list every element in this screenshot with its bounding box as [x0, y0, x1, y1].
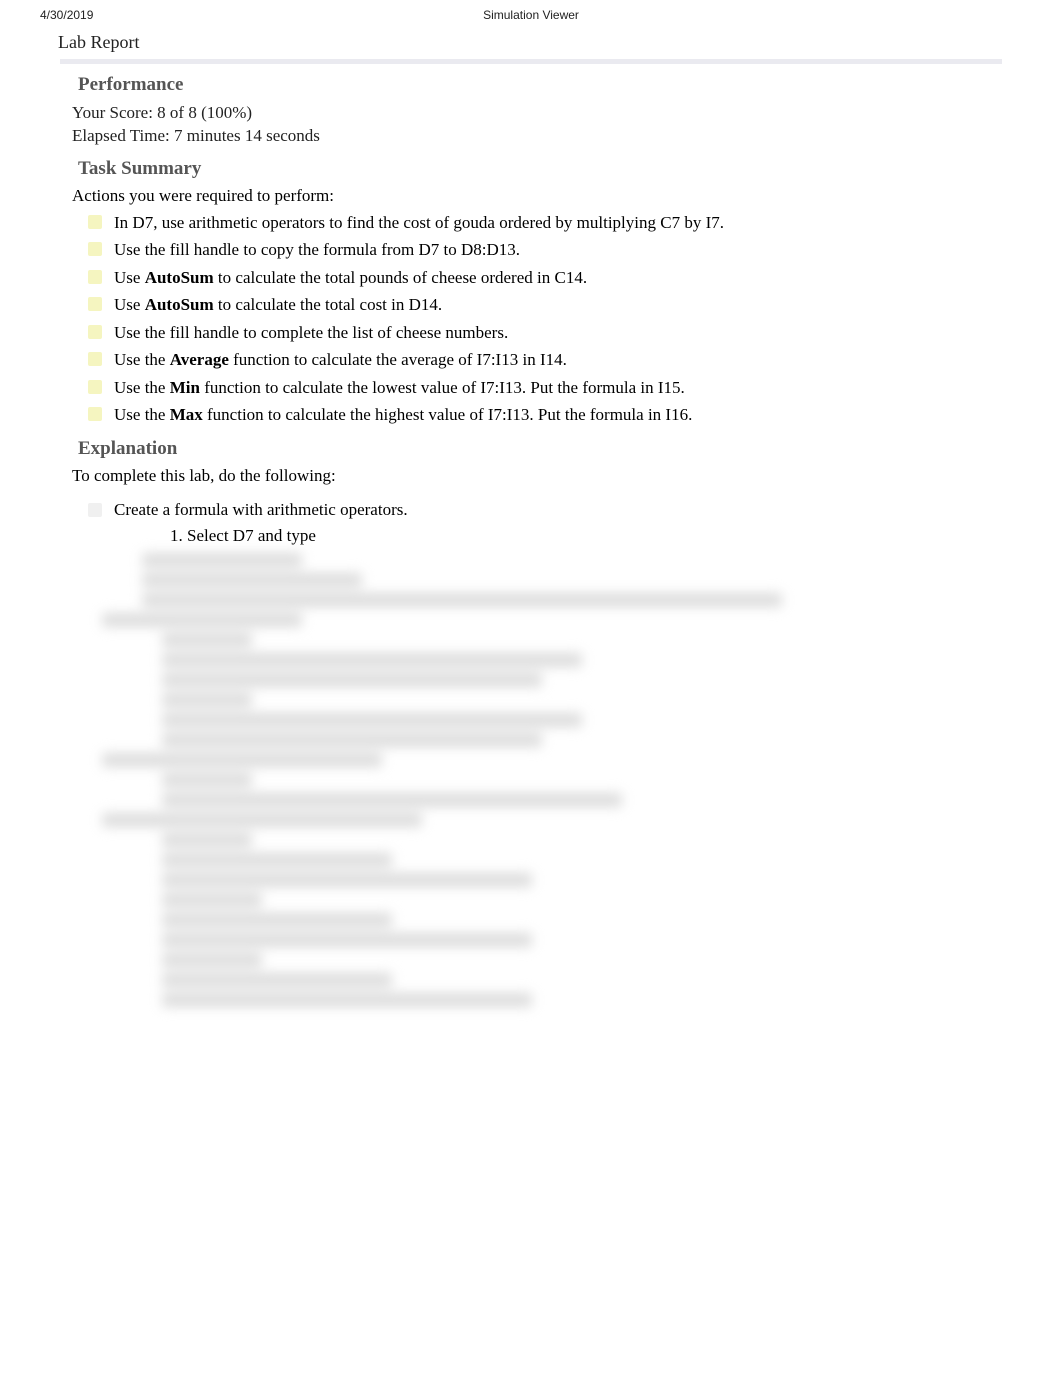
- blur-line: [162, 913, 392, 927]
- blur-line: [162, 713, 582, 727]
- blurred-content: [142, 553, 1002, 1007]
- blur-line: [162, 633, 252, 647]
- explanation-substep: 1. Select D7 and type: [170, 524, 1002, 548]
- blur-line: [162, 893, 262, 907]
- explanation-list: Create a formula with arithmetic operato…: [72, 498, 1002, 548]
- blur-line: [142, 553, 302, 567]
- task-bold: Max: [170, 405, 203, 424]
- blur-line: [162, 773, 252, 787]
- explanation-step-text: Create a formula with arithmetic operato…: [114, 500, 408, 519]
- blur-line: [162, 933, 532, 947]
- task-bold: AutoSum: [145, 295, 214, 314]
- task-text: Use the fill handle to complete the list…: [114, 323, 508, 342]
- blur-line: [162, 873, 532, 887]
- task-bold: Average: [170, 350, 229, 369]
- score-prefix: Your Score:: [72, 103, 157, 122]
- task-suffix: function to calculate the lowest value o…: [200, 378, 685, 397]
- header-title: Simulation Viewer: [483, 8, 579, 22]
- task-summary-intro: Actions you were required to perform:: [72, 186, 1002, 206]
- explanation-substeps: 1. Select D7 and type: [114, 524, 1002, 548]
- task-suffix: function to calculate the highest value …: [203, 405, 693, 424]
- task-item: In D7, use arithmetic operators to find …: [114, 210, 1002, 236]
- page-header: 4/30/2019 Simulation Viewer: [0, 0, 1062, 26]
- score-line: Your Score: 8 of 8 (100%): [72, 102, 1002, 125]
- task-item: Use the Min function to calculate the lo…: [114, 375, 1002, 401]
- blur-line: [162, 993, 532, 1007]
- blur-line: [162, 793, 622, 807]
- elapsed-prefix: Elapsed Time:: [72, 126, 174, 145]
- task-suffix: to calculate the total pounds of cheese …: [214, 268, 587, 287]
- explanation-step: Create a formula with arithmetic operato…: [114, 498, 1002, 548]
- content-region: Performance Your Score: 8 of 8 (100%) El…: [0, 74, 1062, 1007]
- task-prefix: Use the: [114, 405, 170, 424]
- task-list: In D7, use arithmetic operators to find …: [72, 210, 1002, 428]
- blur-line: [162, 853, 392, 867]
- blur-line: [162, 653, 582, 667]
- lab-report-title: Lab Report: [0, 26, 1062, 59]
- score-value: 8 of 8 (100%): [157, 103, 252, 122]
- explanation-heading: Explanation: [78, 438, 1002, 460]
- blur-line: [142, 573, 362, 587]
- explanation-intro: To complete this lab, do the following:: [72, 466, 1002, 486]
- task-summary-heading: Task Summary: [78, 158, 1002, 180]
- blur-line: [102, 813, 422, 827]
- blur-line: [102, 613, 302, 627]
- task-suffix: function to calculate the average of I7:…: [229, 350, 567, 369]
- blur-line: [162, 953, 262, 967]
- task-item: Use the fill handle to copy the formula …: [114, 237, 1002, 263]
- task-item: Use the fill handle to complete the list…: [114, 320, 1002, 346]
- task-prefix: Use the: [114, 350, 170, 369]
- task-text: In D7, use arithmetic operators to find …: [114, 213, 724, 232]
- blur-line: [102, 753, 382, 767]
- divider: [60, 59, 1002, 64]
- task-prefix: Use: [114, 295, 145, 314]
- elapsed-value: 7 minutes 14 seconds: [174, 126, 320, 145]
- task-item: Use the Max function to calculate the hi…: [114, 402, 1002, 428]
- task-prefix: Use the: [114, 378, 170, 397]
- task-bold: Min: [170, 378, 200, 397]
- blur-line: [162, 673, 542, 687]
- task-bold: AutoSum: [145, 268, 214, 287]
- task-item: Use the Average function to calculate th…: [114, 347, 1002, 373]
- performance-heading: Performance: [78, 74, 1002, 96]
- blur-line: [142, 593, 782, 607]
- task-suffix: to calculate the total cost in D14.: [214, 295, 443, 314]
- blur-line: [162, 693, 252, 707]
- task-prefix: Use: [114, 268, 145, 287]
- task-text: Use the fill handle to copy the formula …: [114, 240, 520, 259]
- elapsed-line: Elapsed Time: 7 minutes 14 seconds: [72, 125, 1002, 148]
- blur-line: [162, 973, 392, 987]
- blur-line: [162, 833, 252, 847]
- header-date: 4/30/2019: [40, 8, 93, 22]
- task-item: Use AutoSum to calculate the total pound…: [114, 265, 1002, 291]
- task-item: Use AutoSum to calculate the total cost …: [114, 292, 1002, 318]
- blur-line: [162, 733, 542, 747]
